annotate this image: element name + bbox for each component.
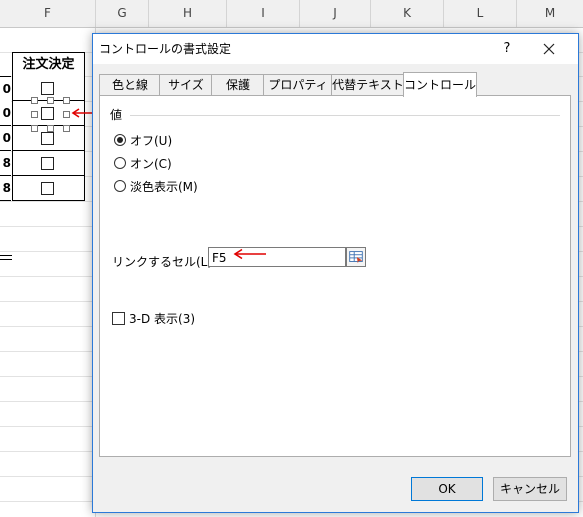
sheet-checkbox-selected[interactable] [41, 107, 54, 120]
selection-handle[interactable] [47, 125, 54, 132]
tab-control[interactable]: コントロール [403, 72, 477, 97]
sheet-checkbox[interactable] [41, 182, 54, 195]
tab-protect[interactable]: 保護 [211, 74, 265, 95]
tab-strip: 色と線 サイズ 保護 プロパティ 代替テキスト コントロール [99, 72, 569, 97]
dialog-title: コントロールの書式設定 [99, 42, 232, 56]
checkbox-icon[interactable] [112, 312, 125, 325]
checkbox-3d-label: 3-D 表示(3) [129, 312, 196, 326]
selection-handle[interactable] [63, 97, 70, 104]
radio-on-label: オン(C) [130, 156, 172, 171]
radio-unchecked-icon[interactable] [114, 180, 126, 192]
value-cell[interactable]: 0 [0, 126, 11, 151]
column-header-bar: F G H I J K L M [0, 0, 583, 28]
sheet-checkbox[interactable] [41, 82, 54, 95]
annotation-arrow-icon [233, 248, 266, 260]
double-underline [0, 255, 12, 260]
tab-alt-text[interactable]: 代替テキスト [331, 74, 405, 95]
column-header-l[interactable]: L [444, 0, 517, 27]
column-header-j[interactable]: J [300, 0, 371, 27]
value-cell[interactable]: 8 [0, 176, 11, 201]
radio-mixed-label: 淡色表示(M) [130, 179, 198, 194]
linked-cell-label: リンクするセル(L): [112, 255, 217, 269]
column-header-f[interactable]: F [0, 0, 96, 27]
tab-properties[interactable]: プロパティ [263, 74, 333, 95]
dialog-titlebar[interactable]: コントロールの書式設定 ? [93, 34, 578, 64]
radio-off-label: オフ(U) [130, 133, 173, 148]
group-divider [130, 115, 560, 116]
value-cell[interactable]: 0 [0, 76, 11, 102]
cell-reference-picker-icon[interactable] [346, 247, 366, 267]
column-header-h[interactable]: H [149, 0, 227, 27]
tab-size[interactable]: サイズ [159, 74, 213, 95]
control-tab-panel: 値 オフ(U) オン(C) 淡色表示(M) リンクするセル(L): F5 3-D… [99, 95, 571, 457]
sheet-checkbox[interactable] [41, 157, 54, 170]
help-button[interactable]: ? [497, 39, 517, 59]
ok-button[interactable]: OK [411, 477, 483, 501]
column-header-k[interactable]: K [371, 0, 444, 27]
selection-handle[interactable] [47, 97, 54, 104]
linked-cell-input[interactable]: F5 [208, 247, 346, 267]
selection-handle[interactable] [31, 125, 38, 132]
radio-checked-icon[interactable] [114, 134, 126, 146]
selection-handle[interactable] [31, 97, 38, 104]
checkbox-cell[interactable] [12, 151, 85, 176]
radio-unchecked-icon[interactable] [114, 157, 126, 169]
selection-handle[interactable] [63, 125, 70, 132]
radio-on[interactable]: オン(C) [114, 155, 172, 171]
value-cell[interactable]: 8 [0, 151, 11, 176]
checkbox-3d-shading[interactable]: 3-D 表示(3) [112, 310, 195, 327]
header-cell-order-decision[interactable]: 注文決定 [12, 52, 85, 77]
tab-color-line[interactable]: 色と線 [99, 74, 161, 95]
cancel-button[interactable]: キャンセル [493, 477, 567, 501]
close-icon[interactable] [539, 39, 559, 59]
column-header-g[interactable]: G [96, 0, 149, 27]
value-cell[interactable]: 0 [0, 101, 11, 126]
column-header-m[interactable]: M [517, 0, 583, 27]
selection-handle[interactable] [31, 111, 38, 118]
checkbox-cell[interactable] [12, 176, 85, 201]
column-header-i[interactable]: I [227, 0, 300, 27]
selection-handle[interactable] [63, 111, 70, 118]
sheet-checkbox[interactable] [41, 132, 54, 145]
radio-mixed[interactable]: 淡色表示(M) [114, 178, 198, 194]
value-group-label: 値 [110, 108, 123, 122]
format-control-dialog: コントロールの書式設定 ? 色と線 サイズ 保護 プロパティ 代替テキスト コン… [92, 33, 579, 513]
radio-off[interactable]: オフ(U) [114, 132, 172, 148]
